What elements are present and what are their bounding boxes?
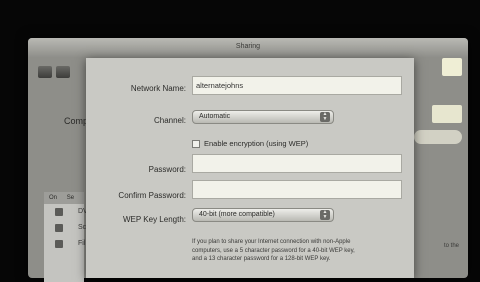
- channel-label: Channel:: [153, 116, 186, 125]
- service-name: Sc: [78, 224, 87, 231]
- password-field[interactable]: [192, 154, 402, 173]
- services-list-header: On Se: [44, 192, 84, 204]
- column-on: On: [49, 195, 58, 201]
- forward-button[interactable]: [56, 66, 70, 78]
- service-name: Fil: [78, 240, 86, 247]
- network-name-label: Network Name:: [130, 84, 186, 93]
- list-item[interactable]: Sc: [44, 220, 87, 236]
- wep-key-length-label: WEP Key Length:: [123, 215, 186, 224]
- partial-description: to the: [444, 243, 460, 249]
- confirm-password-label: Confirm Password:: [118, 191, 186, 200]
- edit-button[interactable]: [414, 130, 462, 144]
- password-label: Password:: [148, 165, 186, 174]
- info-line: If you plan to share your Internet conne…: [192, 239, 351, 245]
- computer-name-field[interactable]: [432, 105, 462, 123]
- service-checkbox[interactable]: [55, 240, 63, 248]
- back-button[interactable]: [38, 66, 52, 78]
- column-service: Se: [66, 195, 75, 201]
- channel-popup[interactable]: Automatic ▲ ▼: [192, 110, 334, 124]
- service-checkbox[interactable]: [55, 208, 63, 216]
- encryption-label: Enable encryption (using WEP): [204, 139, 309, 148]
- wep-info-text: If you plan to share your Internet conne…: [192, 238, 412, 264]
- info-line: and a 13 character password for a 128-bi…: [192, 256, 331, 262]
- window-titlebar: Sharing: [28, 38, 468, 58]
- wep-key-length-value: 40-bit (more compatible): [199, 211, 275, 218]
- list-item[interactable]: Fil: [44, 236, 86, 252]
- services-list: On Se DV Sc Fil: [44, 192, 88, 282]
- wep-key-length-popup[interactable]: 40-bit (more compatible) ▲ ▼: [192, 208, 334, 222]
- popup-arrows-icon: ▲ ▼: [320, 210, 330, 220]
- popup-arrows-icon: ▲ ▼: [320, 112, 330, 122]
- channel-value: Automatic: [199, 113, 231, 120]
- confirm-password-field[interactable]: [192, 180, 402, 199]
- encryption-checkbox[interactable]: [192, 140, 200, 148]
- search-field[interactable]: [442, 58, 462, 76]
- service-checkbox[interactable]: [55, 224, 63, 232]
- window-title: Sharing: [235, 43, 261, 50]
- network-name-field[interactable]: alternatejohns: [192, 76, 402, 95]
- list-item[interactable]: DV: [44, 204, 88, 220]
- network-options-sheet: Network Name: alternatejohns Channel: Au…: [86, 58, 414, 278]
- computer-name-label: Comp: [64, 116, 89, 126]
- info-line: computers, use a 5 character password fo…: [192, 247, 355, 254]
